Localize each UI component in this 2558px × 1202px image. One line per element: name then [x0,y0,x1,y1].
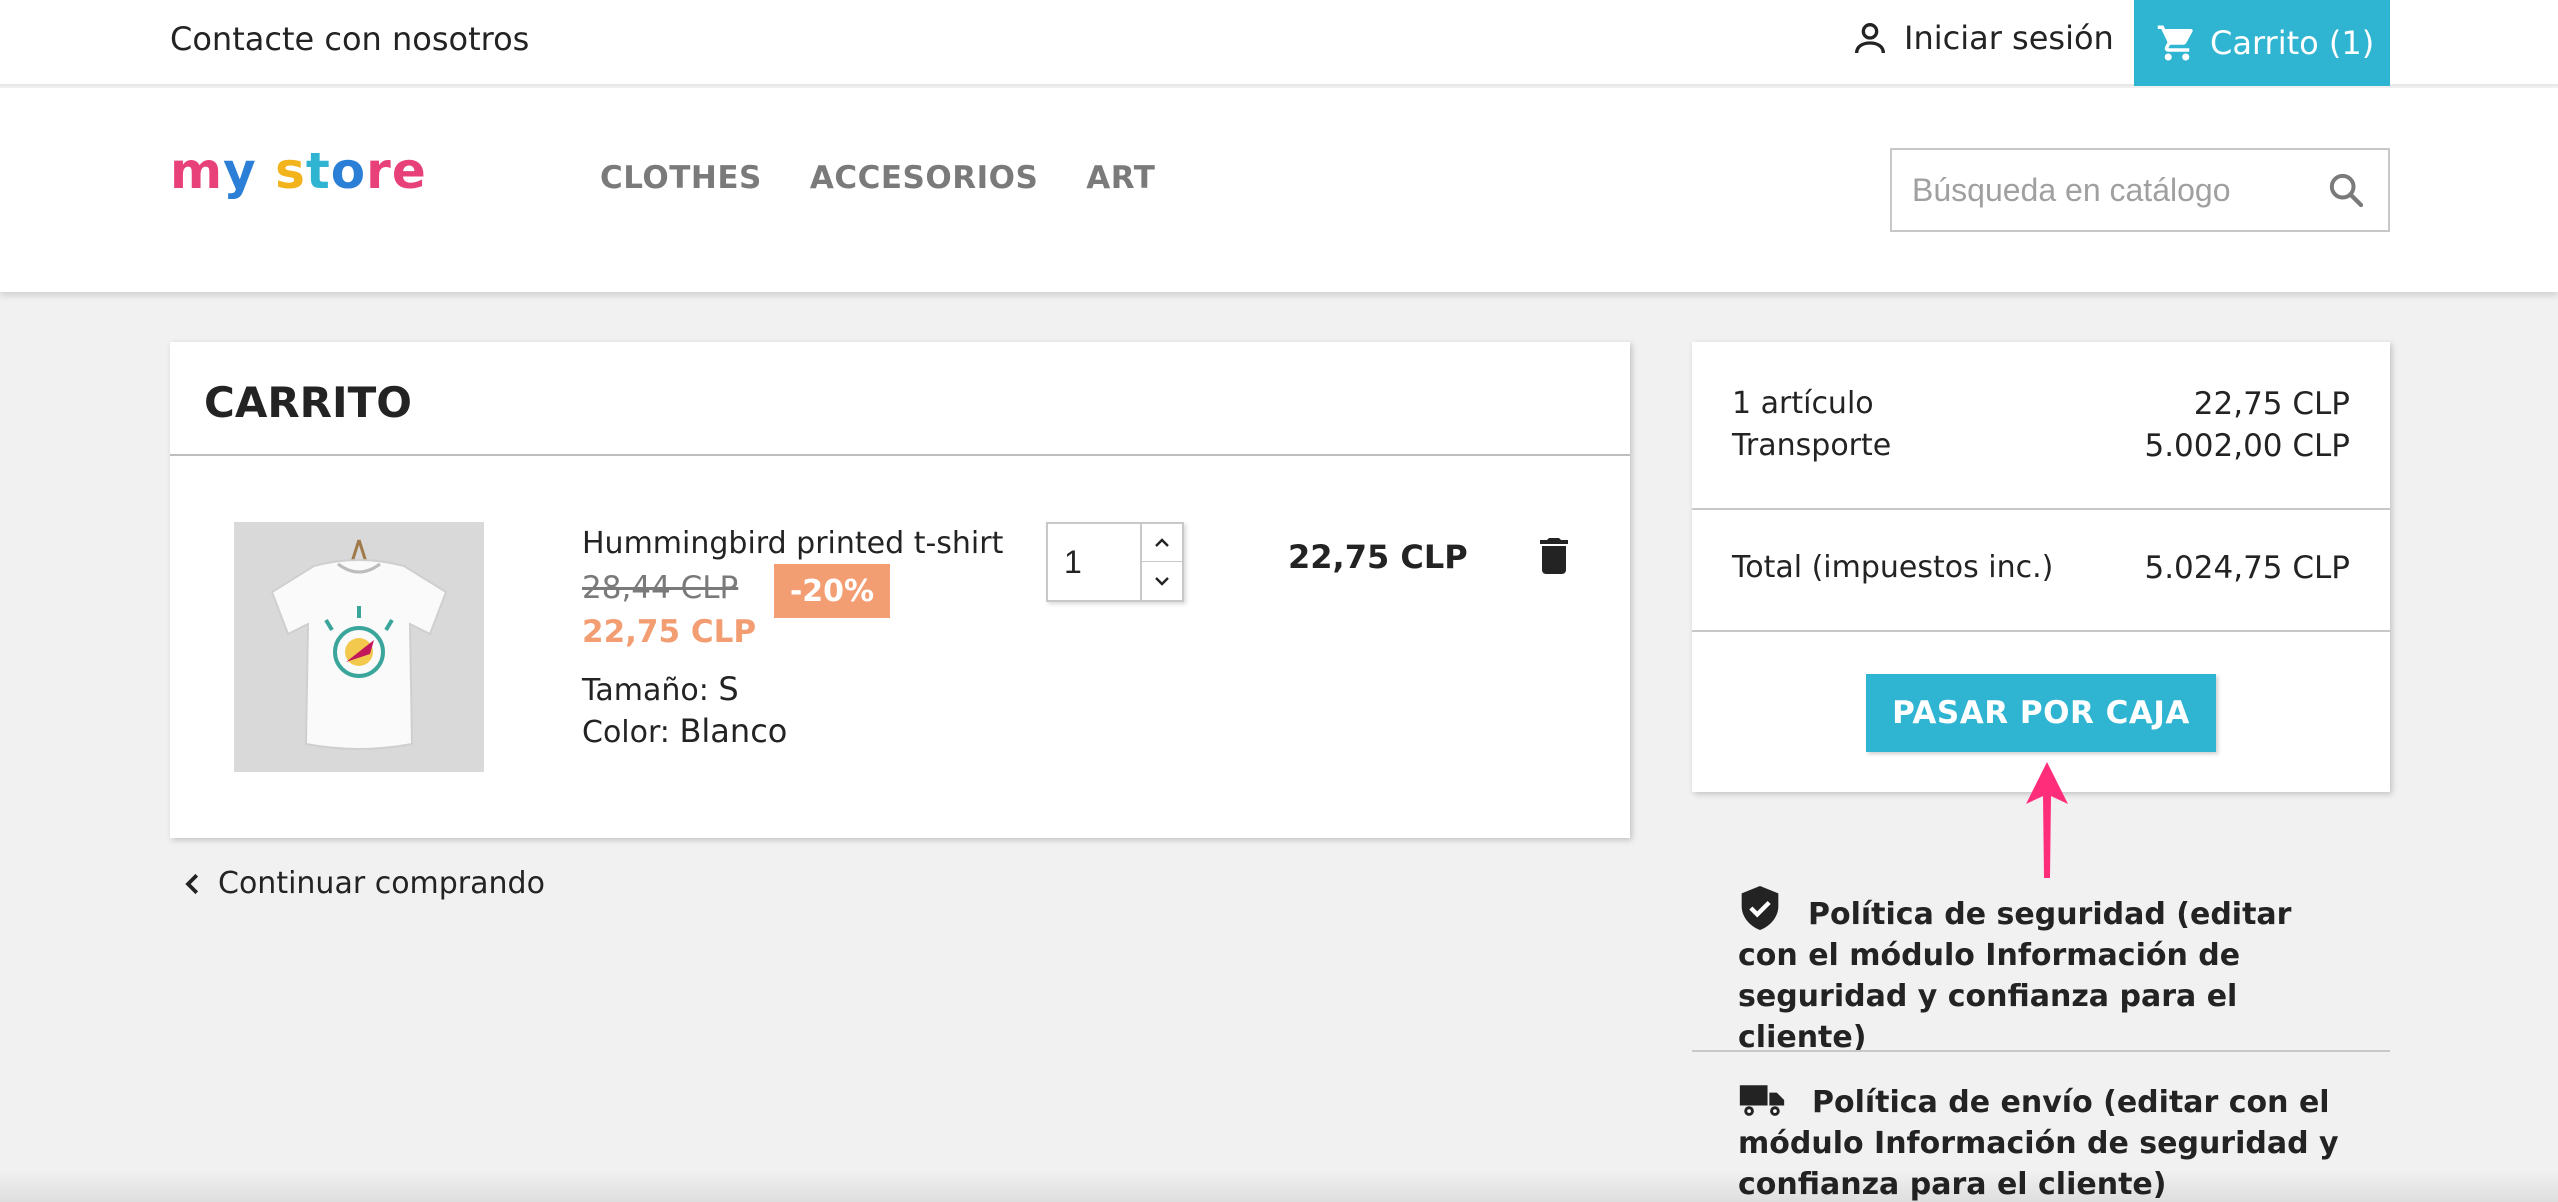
cart-divider [170,454,1630,456]
checkout-button[interactable]: PASAR POR CAJA [1866,674,2216,752]
page-fade [0,1170,2558,1202]
search-input[interactable] [1892,150,2312,230]
contact-link[interactable]: Contacte con nosotros [170,20,529,58]
cart-summary: 1 artículo 22,75 CLP Transporte 5.002,00… [1692,342,2390,792]
top-nav: Contacte con nosotros Iniciar sesión Car… [0,0,2558,86]
items-count-label: 1 artículo [1732,386,1874,421]
user-icon [1855,23,1885,54]
site-header: my store CLOTHES ACCESORIOS ART [0,88,2558,292]
product-name[interactable]: Hummingbird printed t-shirt [582,526,1003,561]
total-value: 5.024,75 CLP [2144,550,2350,586]
menu-item-clothes[interactable]: CLOTHES [600,160,762,196]
cart-title: CARRITO [204,378,412,427]
search-box [1890,148,2390,232]
color-attribute: Color: Blanco [582,712,787,750]
chevron-down-icon [1155,577,1169,586]
size-attribute: Tamaño: S [582,670,739,708]
discount-badge: -20% [774,564,890,618]
shipping-value: 5.002,00 CLP [2144,428,2350,464]
color-value: Blanco [679,712,788,750]
trash-icon[interactable] [1530,532,1578,580]
quantity-increase-button[interactable] [1140,524,1182,562]
quantity-decrease-button[interactable] [1140,562,1182,600]
tshirt-image [270,539,448,750]
security-policy-text: Política de seguridad (editar con el mód… [1738,897,2292,1055]
continue-shopping-link[interactable]: Continuar comprando [178,866,545,901]
menu-item-accesorios[interactable]: ACCESORIOS [810,160,1038,196]
color-label: Color: [582,715,670,750]
product-image[interactable] [234,522,484,772]
shipping-label: Transporte [1732,428,1892,463]
regular-price: 28,44 CLP [582,570,739,606]
shield-check-icon [1741,886,1779,930]
size-value: S [718,670,739,708]
reassurance-item: Política de seguridad (editar con el mód… [1692,884,2390,1058]
store-logo[interactable]: my store [170,146,427,216]
summary-shipping-row: Transporte 5.002,00 CLP [1732,428,2350,464]
summary-total-row: Total (impuestos inc.) 5.024,75 CLP [1732,550,2350,586]
product-price: 22,75 CLP [582,614,757,650]
summary-divider [1692,508,2390,510]
continue-shopping-label: Continuar comprando [218,866,545,901]
chevron-up-icon [1155,537,1169,547]
annotation-arrow [2026,762,2068,878]
main-menu: CLOTHES ACCESORIOS ART [600,160,1155,196]
total-label: Total (impuestos inc.) [1732,550,2054,585]
summary-items-row: 1 artículo 22,75 CLP [1732,386,2350,422]
reassurance-divider [1692,1050,2390,1052]
search-icon[interactable] [2326,170,2366,210]
cart-button[interactable]: Carrito (1) [2134,0,2390,86]
cart-panel: CARRITO Hummingbird printed t-shirt 28,4… [170,342,1630,838]
cart-count-label: Carrito (1) [2210,24,2375,62]
quantity-input[interactable] [1048,524,1140,600]
quantity-stepper [1046,522,1184,602]
cart-icon [2157,25,2193,61]
line-total: 22,75 CLP [1288,538,1468,576]
items-subtotal: 22,75 CLP [2193,386,2350,422]
menu-item-art[interactable]: ART [1086,160,1155,196]
signin-label: Iniciar sesión [1904,19,2114,57]
size-label: Tamaño: [582,673,709,708]
signin-link[interactable]: Iniciar sesión [1850,18,2114,58]
truck-icon [1739,1085,1785,1116]
summary-divider [1692,630,2390,632]
chevron-left-icon [185,873,199,894]
